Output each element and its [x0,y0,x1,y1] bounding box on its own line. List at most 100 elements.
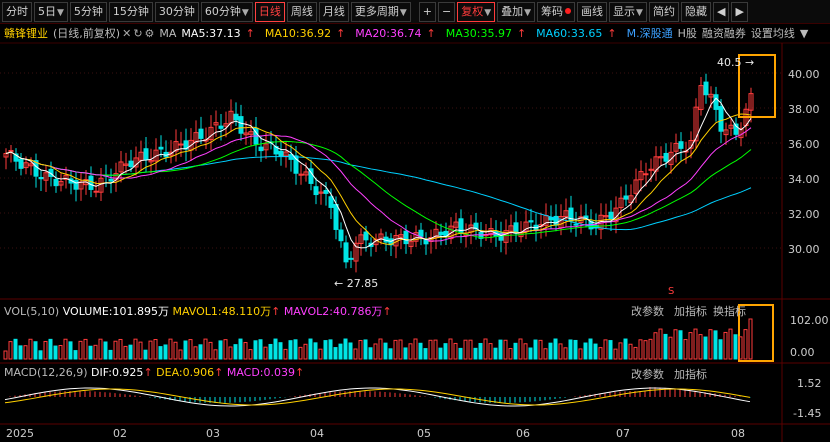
price-axis-label: 38.00 [788,103,820,116]
vol-title: VOL(5,10) [4,305,60,318]
volume-bar [653,332,658,360]
price-axis-label: 30.00 [788,243,820,256]
up-arrow-icon: ↑ [214,366,224,379]
volume-bar [373,343,378,360]
volume-bar [283,348,288,360]
kline-candle [158,146,164,150]
vol-edit-params-button[interactable]: 改参数 [631,303,664,319]
volume-bar [583,342,588,360]
macd-edit-params-button[interactable]: 改参数 [631,366,664,382]
volume-bar [68,341,73,360]
price-axis-label: 40.00 [788,68,820,81]
kline-candle [348,257,354,260]
volume-bar [643,340,648,360]
volume-bar [48,338,53,360]
volume-bar [8,341,13,360]
volume-bar [473,347,478,360]
volume-bar [378,338,383,360]
month-label: 06 [516,427,530,440]
volume-bar [78,340,83,360]
volume-bar [3,350,8,360]
volume-bar [168,338,173,360]
volume-bar [18,345,23,360]
kline-candle [333,203,339,230]
volume-bar [448,338,453,360]
kline-candle [418,229,424,237]
kline-candle [53,178,59,187]
volume-bar [203,338,208,360]
arrow-right-icon: → [741,56,755,69]
volume-bar [563,347,568,360]
volume-bar [558,343,563,360]
month-label: 2025 [6,427,34,440]
kline-candle [38,176,44,180]
volume-bar [348,342,353,360]
high-price-text: 40.5 [717,56,742,69]
vol-axis-top: 102.00 [790,314,829,327]
volume-bar [218,340,223,360]
volume-bar [543,348,548,360]
volume-bar [573,339,578,360]
volume-bar [13,338,18,360]
volume-bar [368,347,373,360]
volume-bar [208,341,213,360]
volume-bar [598,347,603,360]
volume-bar [88,345,93,360]
volume-bar [268,343,273,360]
volume-bar [128,344,133,360]
kline-candle [643,173,649,176]
volume-bar [308,338,313,360]
volume-bar [478,342,483,360]
volume-bar [93,344,98,360]
month-label: 07 [616,427,630,440]
up-arrow-icon: ↑ [271,305,281,318]
kline-candle [198,128,204,139]
kline-candle [328,196,334,208]
volume-bar [243,342,248,360]
volume-bar [253,340,258,360]
volume-bar [188,339,193,360]
volume-bar [748,318,753,360]
volume-bar [568,339,573,360]
volume-bar [443,343,448,360]
volume-bar [723,331,728,360]
volume-bar [648,338,653,360]
volume-bar [358,339,363,360]
volume-bar [413,338,418,360]
volume-bar [343,338,348,360]
kline-candle [128,160,134,168]
volume-bar [178,349,183,360]
dif-value: DIF:0.925 [91,366,144,379]
volume-bar [483,338,488,360]
dea-group: DEA:0.906↑ [156,366,223,379]
volume-bar [428,339,433,360]
volume-bar [138,341,143,360]
volume-bar [418,342,423,360]
volume-bar [578,348,583,360]
volume-bar [678,330,683,360]
vol-switch-indicator-button[interactable]: 换指标 [713,303,746,319]
volume-bar [353,348,358,360]
kline-candle [178,143,184,146]
kline-candle [238,116,244,134]
volume-bar [618,342,623,360]
volume-bar [458,347,463,360]
volume-bar [733,334,738,360]
volume-bar [488,343,493,360]
volume-bar [248,349,253,360]
volume-bar [513,342,518,360]
macd-header: MACD(12,26,9) DIF:0.925↑ DEA:0.906↑ MACD… [4,366,304,379]
volume-bar [708,329,713,360]
kline-candle [663,152,669,162]
volume-bar [468,339,473,360]
volume-bar [498,339,503,360]
volume-bar [113,340,118,360]
volume-bar [258,339,263,360]
kline-candle [703,81,709,96]
vol-add-indicator-button[interactable]: 加指标 [674,303,707,319]
high-price-annotation: 40.5 → [717,56,754,69]
macd-add-indicator-button[interactable]: 加指标 [674,366,707,382]
volume-bar [323,340,328,360]
low-price-text: 27.85 [346,277,379,290]
volume-bar [318,348,323,360]
